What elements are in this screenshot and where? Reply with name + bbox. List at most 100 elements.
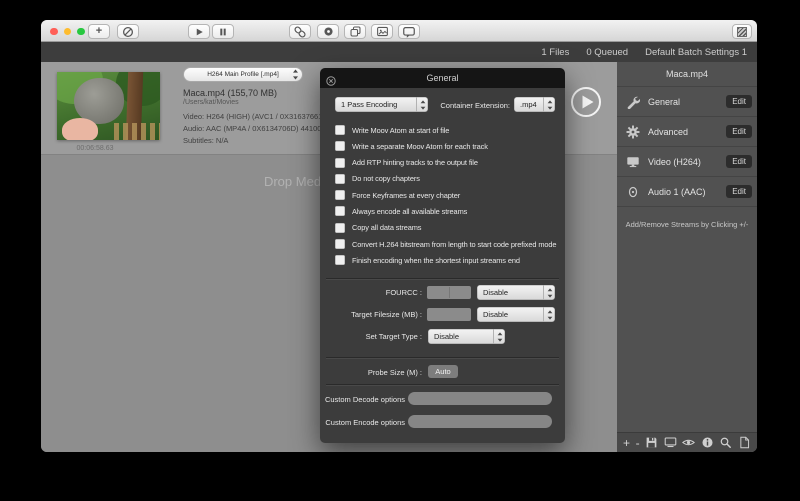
- checkbox[interactable]: [335, 206, 345, 216]
- sidebar-item-audio[interactable]: Audio 1 (AAC) Edit: [617, 177, 757, 207]
- remove-stream-button[interactable]: -: [636, 437, 640, 449]
- checkbox[interactable]: [335, 239, 345, 249]
- custom-encode-label: Custom Encode options: [320, 418, 405, 427]
- duplicate-button[interactable]: [344, 24, 366, 39]
- record-button[interactable]: [317, 24, 339, 39]
- save-icon[interactable]: [645, 436, 658, 449]
- video-thumbnail[interactable]: [57, 72, 160, 140]
- search-icon[interactable]: [719, 436, 732, 449]
- dialog-close-button[interactable]: [326, 73, 336, 93]
- eye-icon[interactable]: [682, 436, 695, 449]
- checkbox-row: Finish encoding when the shortest input …: [335, 255, 559, 265]
- probe-size-row: Probe Size (M) : Auto: [320, 365, 565, 379]
- log-window-button[interactable]: [398, 24, 420, 39]
- start-encoding-button[interactable]: [188, 24, 210, 39]
- zoom-window-button[interactable]: [77, 28, 85, 36]
- checkbox-row: Always encode all available streams: [335, 206, 559, 216]
- cancel-button[interactable]: [117, 24, 139, 39]
- gear-icon: [626, 125, 640, 139]
- custom-decode-input[interactable]: [408, 392, 552, 405]
- preview-play-button[interactable]: [570, 86, 602, 118]
- set-target-type-select[interactable]: Disable: [428, 329, 505, 344]
- video-info-label: Video: H264 (HIGH) (AVC1 / 0X31637661) Y…: [183, 112, 337, 121]
- checkbox-label: Finish encoding when the shortest input …: [352, 256, 520, 265]
- checkbox[interactable]: [335, 141, 345, 151]
- stepper-arrows-icon: [493, 329, 505, 344]
- divider: [326, 278, 559, 279]
- cancel-icon: [121, 25, 135, 39]
- queued-count: 0 Queued: [586, 47, 628, 58]
- chat-icon: [402, 25, 416, 39]
- checkbox-label: Convert H.264 bitstream from length to s…: [352, 240, 556, 249]
- stepper-arrows-icon: [292, 69, 299, 80]
- add-stream-button[interactable]: +: [623, 437, 630, 449]
- probe-size-label: Probe Size (M) :: [320, 368, 422, 377]
- options-checkbox-list: Write Moov Atom at start of file Write a…: [335, 125, 559, 272]
- play-circle-icon: [570, 86, 602, 118]
- target-filesize-mode-select[interactable]: Disable: [477, 307, 555, 322]
- add-file-button[interactable]: +: [88, 24, 110, 39]
- custom-encode-input[interactable]: [408, 415, 552, 428]
- info-icon[interactable]: [701, 436, 714, 449]
- add-icon: +: [96, 26, 102, 37]
- edit-general-button[interactable]: Edit: [726, 95, 752, 108]
- fourcc-mode-select[interactable]: Disable: [477, 285, 555, 300]
- divider: [326, 357, 559, 358]
- custom-encode-row: Custom Encode options: [320, 415, 565, 429]
- checkbox-label: Always encode all available streams: [352, 207, 467, 216]
- fourcc-row: FOURCC : Disable: [320, 285, 565, 301]
- custom-decode-label: Custom Decode options: [320, 395, 405, 404]
- subtitles-info-label: Subtitles: N/A: [183, 136, 228, 145]
- checkbox-row: Force Keyframes at every chapter: [335, 190, 559, 200]
- edit-audio-button[interactable]: Edit: [726, 185, 752, 198]
- probe-size-auto-button[interactable]: Auto: [428, 365, 458, 378]
- sidebar-item-video[interactable]: Video (H264) Edit: [617, 147, 757, 177]
- checkbox[interactable]: [335, 158, 345, 168]
- fourcc-input[interactable]: [427, 286, 471, 299]
- sidebar-item-label: Video (H264): [648, 157, 718, 167]
- toggle-drawer-button[interactable]: [732, 24, 752, 39]
- sidebar-item-label: Advanced: [648, 127, 718, 137]
- checkbox[interactable]: [335, 174, 345, 184]
- sidebar-item-general[interactable]: General Edit: [617, 87, 757, 117]
- document-icon[interactable]: [738, 436, 751, 449]
- checkbox-row: Add RTP hinting tracks to the output fil…: [335, 158, 559, 168]
- minimize-window-button[interactable]: [64, 28, 72, 36]
- checkbox[interactable]: [335, 190, 345, 200]
- join-files-button[interactable]: [289, 24, 311, 39]
- container-extension-value: .mp4: [520, 100, 537, 109]
- edit-video-button[interactable]: Edit: [726, 155, 752, 168]
- checkbox[interactable]: [335, 223, 345, 233]
- link-icon: [293, 25, 307, 39]
- pattern-icon: [737, 27, 747, 37]
- checkbox[interactable]: [335, 125, 345, 135]
- target-filesize-input[interactable]: [427, 308, 471, 321]
- display-icon[interactable]: [664, 436, 677, 449]
- stepper-arrows-icon: [543, 97, 555, 112]
- set-target-type-row: Set Target Type : Disable: [320, 329, 565, 345]
- pause-icon: [217, 26, 229, 38]
- pass-encoding-select[interactable]: 1 Pass Encoding: [335, 97, 428, 112]
- container-extension-select[interactable]: .mp4: [514, 97, 555, 112]
- encoding-profile-select[interactable]: H264 Main Profile [.mp4]: [183, 67, 303, 82]
- checkbox-row: Do not copy chapters: [335, 174, 559, 184]
- preview-image-button[interactable]: [371, 24, 393, 39]
- close-window-button[interactable]: [50, 28, 58, 36]
- sidebar-item-advanced[interactable]: Advanced Edit: [617, 117, 757, 147]
- streams-hint-label: Add/Remove Streams by Clicking +/-: [617, 220, 757, 229]
- app-window: +: [41, 20, 757, 452]
- checkbox-row: Convert H.264 bitstream from length to s…: [335, 239, 559, 249]
- close-icon: [326, 76, 336, 86]
- checkbox[interactable]: [335, 255, 345, 265]
- record-icon: [322, 25, 335, 38]
- custom-decode-row: Custom Decode options: [320, 392, 565, 406]
- wrench-icon: [626, 95, 640, 109]
- target-filesize-label: Target Filesize (MB) :: [320, 310, 422, 319]
- set-target-type-value: Disable: [434, 332, 459, 341]
- batch-settings-toggle[interactable]: Default Batch Settings 1: [645, 47, 747, 58]
- checkbox-row: Write Moov Atom at start of file: [335, 125, 559, 135]
- pause-encoding-button[interactable]: [212, 24, 234, 39]
- thumbnail-fence: [114, 123, 160, 140]
- play-icon: [193, 26, 205, 38]
- edit-advanced-button[interactable]: Edit: [726, 125, 752, 138]
